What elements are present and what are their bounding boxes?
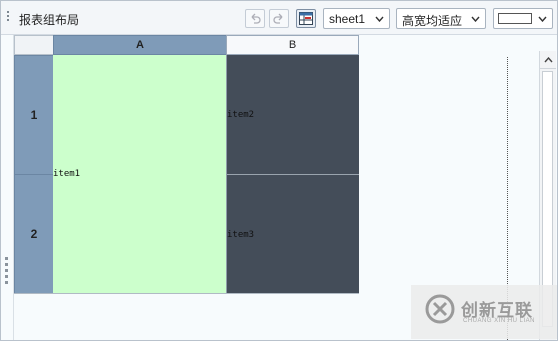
grid-bottom-border xyxy=(14,293,359,294)
toolbar-grip[interactable] xyxy=(7,11,10,25)
fit-mode-value: 高宽均适应 xyxy=(402,14,463,28)
cell-item2[interactable]: item2 xyxy=(227,55,359,175)
scroll-up-button[interactable] xyxy=(540,51,556,69)
grid-corner[interactable] xyxy=(14,35,54,55)
resize-handle[interactable] xyxy=(5,257,8,287)
undo-button[interactable] xyxy=(245,9,265,28)
row-header-2[interactable]: 2 xyxy=(14,174,54,294)
left-gutter xyxy=(1,35,14,340)
toolbar: 报表组布局 sheet1 高宽均适应 xyxy=(1,1,557,35)
brand-logo-icon xyxy=(425,294,455,324)
redo-icon xyxy=(273,13,283,24)
fit-mode-select[interactable]: 高宽均适应 xyxy=(396,8,486,29)
color-swatch xyxy=(498,13,532,24)
redo-button[interactable] xyxy=(269,9,289,28)
panel-title: 报表组布局 xyxy=(19,13,80,27)
sheet-select[interactable]: sheet1 xyxy=(323,8,390,29)
row-header-1[interactable]: 1 xyxy=(14,55,54,175)
report-layout-panel: 报表组布局 sheet1 高宽均适应 A B 1 2 item1 item2 i… xyxy=(0,0,558,341)
chevron-down-icon xyxy=(471,16,480,22)
cell-item1-label: item1 xyxy=(53,169,81,179)
column-header-b[interactable]: B xyxy=(226,35,359,55)
chevron-down-icon xyxy=(375,16,384,22)
sheet-select-value: sheet1 xyxy=(329,12,366,26)
watermark: 创新互联 CHUANG XIN HU LIAN xyxy=(411,285,557,339)
cell-item1[interactable]: item1 xyxy=(53,55,227,294)
table-layout-icon xyxy=(299,12,313,25)
color-picker[interactable] xyxy=(493,8,553,29)
layout-table-button[interactable] xyxy=(296,9,316,28)
cell-item2-label: item2 xyxy=(227,110,255,120)
chevron-down-icon xyxy=(538,16,547,22)
column-header-a[interactable]: A xyxy=(53,35,227,55)
undo-icon xyxy=(251,13,261,24)
cell-item3[interactable]: item3 xyxy=(227,175,359,294)
watermark-subtitle: CHUANG XIN HU LIAN xyxy=(463,318,536,324)
cell-item3-label: item3 xyxy=(227,230,255,240)
chevron-up-icon xyxy=(543,56,553,62)
